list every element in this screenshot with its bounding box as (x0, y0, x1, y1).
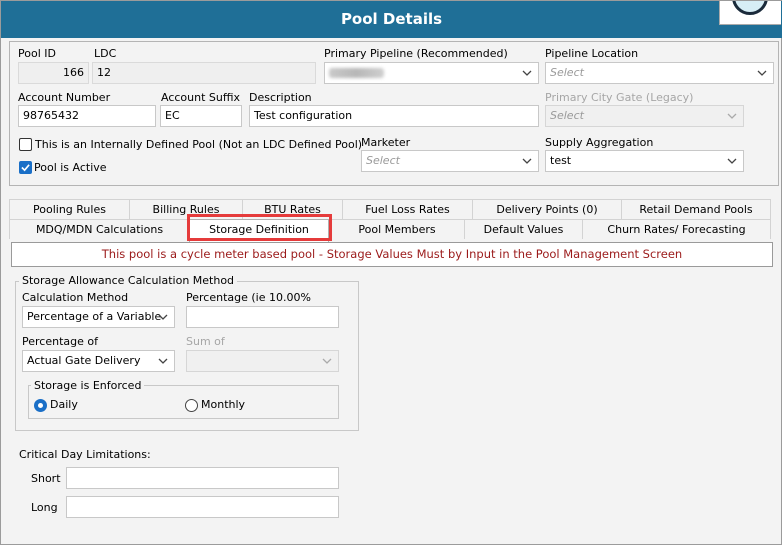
pool-details-window: Pool Details Pool ID 166 LDC 12 Primary … (0, 0, 782, 545)
tab-row-1: Pooling Rules Billing Rules BTU Rates Fu… (9, 199, 771, 219)
percentage-label: Percentage (ie 10.00% (186, 291, 311, 304)
chevron-down-icon (756, 67, 768, 79)
tab-default-values[interactable]: Default Values (464, 219, 582, 239)
pipeline-location-placeholder: Select (550, 66, 584, 79)
account-number-label: Account Number (18, 91, 111, 104)
ldc-field: 12 (92, 62, 316, 84)
percentage-input[interactable] (186, 306, 339, 328)
internally-defined-checkbox[interactable] (19, 138, 32, 151)
window-title: Pool Details (1, 1, 782, 38)
short-label: Short (31, 472, 61, 485)
long-label: Long (31, 501, 58, 514)
pipeline-location-label: Pipeline Location (545, 47, 639, 60)
redacted-value (329, 68, 384, 78)
chevron-down-icon (321, 355, 333, 367)
marketer-placeholder: Select (366, 154, 400, 167)
marketer-label: Marketer (361, 136, 411, 149)
primary-city-gate-placeholder: Select (550, 109, 584, 122)
tab-pool-members[interactable]: Pool Members (329, 219, 464, 239)
sum-of-label: Sum of (186, 335, 225, 348)
calc-method-select[interactable]: Percentage of a Variable (22, 306, 175, 328)
checkmark-icon (21, 164, 30, 172)
storage-enforced-title: Storage is Enforced (31, 379, 145, 392)
calc-method-label: Calculation Method (22, 291, 129, 304)
calc-method-value: Percentage of a Variable (27, 310, 162, 323)
supply-aggregation-select[interactable]: test (545, 150, 744, 172)
marketer-select[interactable]: Select (361, 150, 539, 172)
monthly-radio[interactable] (185, 399, 198, 412)
daily-radio[interactable] (34, 399, 47, 412)
tab-pooling-rules[interactable]: Pooling Rules (9, 199, 129, 219)
long-input[interactable] (66, 496, 339, 518)
critical-day-title: Critical Day Limitations: (19, 448, 151, 461)
account-suffix-input[interactable]: EC (160, 105, 242, 127)
tab-churn-rates-forecasting[interactable]: Churn Rates/ Forecasting (582, 219, 771, 239)
primary-pipeline-label: Primary Pipeline (Recommended) (324, 47, 508, 60)
description-label: Description (249, 91, 312, 104)
chevron-down-icon (726, 155, 738, 167)
tab-mdq-mdn-calculations[interactable]: MDQ/MDN Calculations (9, 219, 189, 239)
chevron-down-icon (521, 67, 533, 79)
monthly-label: Monthly (201, 398, 246, 411)
account-suffix-label: Account Suffix (161, 91, 241, 104)
tab-retail-demand-pools[interactable]: Retail Demand Pools (621, 199, 771, 219)
percentage-of-select[interactable]: Actual Gate Delivery (22, 350, 175, 372)
percentage-of-value: Actual Gate Delivery (27, 354, 141, 367)
pool-active-checkbox[interactable] (19, 161, 32, 174)
tab-billing-rules[interactable]: Billing Rules (129, 199, 242, 219)
ldc-label: LDC (94, 47, 117, 60)
short-input[interactable] (66, 467, 339, 489)
primary-city-gate-select: Select (545, 105, 744, 127)
pool-id-field: 166 (18, 62, 89, 84)
chevron-down-icon (157, 311, 169, 323)
chevron-down-icon (726, 110, 738, 122)
description-input[interactable]: Test configuration (249, 105, 539, 127)
storage-allowance-title: Storage Allowance Calculation Method (19, 274, 238, 287)
internally-defined-label: This is an Internally Defined Pool (Not … (35, 138, 363, 151)
tab-row-2: MDQ/MDN Calculations Storage Definition … (9, 219, 771, 242)
supply-aggregation-label: Supply Aggregation (545, 136, 654, 149)
pipeline-location-select[interactable]: Select (545, 62, 774, 84)
chevron-down-icon (521, 155, 533, 167)
primary-pipeline-select[interactable] (324, 62, 539, 84)
app-logo (719, 1, 781, 25)
logo-icon (732, 1, 768, 15)
supply-aggregation-value: test (550, 154, 572, 167)
tab-fuel-loss-rates[interactable]: Fuel Loss Rates (342, 199, 472, 219)
tab-delivery-points[interactable]: Delivery Points (0) (472, 199, 621, 219)
percentage-of-label: Percentage of (22, 335, 98, 348)
sum-of-select (186, 350, 339, 372)
tab-storage-definition[interactable]: Storage Definition (189, 219, 329, 242)
tab-btu-rates[interactable]: BTU Rates (242, 199, 342, 219)
pool-active-label: Pool is Active (34, 161, 107, 174)
account-number-input[interactable]: 98765432 (18, 105, 156, 127)
primary-city-gate-label: Primary City Gate (Legacy) (545, 91, 694, 104)
cycle-meter-banner: This pool is a cycle meter based pool - … (11, 242, 773, 267)
chevron-down-icon (157, 355, 169, 367)
daily-label: Daily (50, 398, 78, 411)
pool-id-label: Pool ID (18, 47, 56, 60)
